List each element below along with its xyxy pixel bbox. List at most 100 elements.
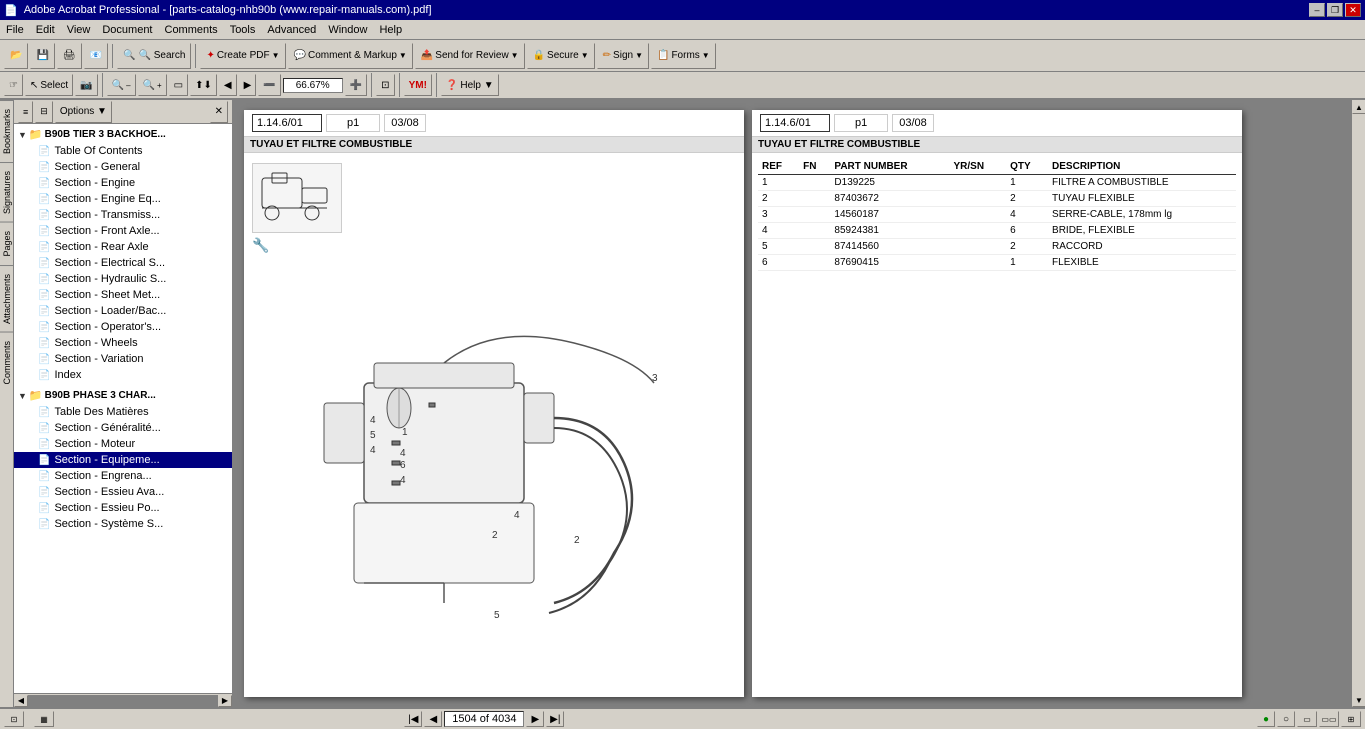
secure-btn[interactable]: 🔒 Secure ▼ bbox=[527, 43, 595, 69]
menu-help[interactable]: Help bbox=[373, 20, 408, 39]
menu-edit[interactable]: Edit bbox=[30, 20, 61, 39]
sidebar-scroll-left[interactable]: ◀ bbox=[14, 695, 28, 707]
view-mode-btn1[interactable]: ● bbox=[1257, 711, 1275, 727]
zoom-out2-btn[interactable]: ➖ bbox=[258, 74, 280, 96]
snapshot-btn[interactable]: 📷 bbox=[75, 74, 97, 96]
send-review-btn[interactable]: 📤 Send for Review ▼ bbox=[415, 43, 525, 69]
zoom-in-btn[interactable]: 🔍+ bbox=[138, 74, 167, 96]
menu-view[interactable]: View bbox=[61, 20, 97, 39]
yam-btn[interactable]: YM! bbox=[404, 74, 432, 96]
sidebar-item-engine-eq[interactable]: 📄 Section - Engine Eq... bbox=[14, 191, 232, 207]
select-tool-btn[interactable]: ↖ Select bbox=[25, 74, 73, 96]
sign-arrow: ▼ bbox=[635, 51, 643, 60]
hand-tool-btn[interactable]: ☞ bbox=[4, 74, 23, 96]
menu-document[interactable]: Document bbox=[96, 20, 158, 39]
zoom-out-btn[interactable]: 🔍– bbox=[107, 74, 136, 96]
table-cell: FLEXIBLE bbox=[1048, 255, 1236, 271]
create-pdf-btn[interactable]: ✦ Create PDF ▼ bbox=[200, 43, 285, 69]
page-number-right: 1.14.6/01 bbox=[760, 114, 830, 132]
table-row: 6876904151FLEXIBLE bbox=[758, 255, 1236, 271]
sidebar-item-variation[interactable]: 📄 Section - Variation bbox=[14, 351, 232, 367]
sidebar-scroll-right[interactable]: ▶ bbox=[218, 695, 232, 707]
sidebar-item-loader[interactable]: 📄 Section - Loader/Bac... bbox=[14, 303, 232, 319]
signatures-tab[interactable]: Signatures bbox=[0, 162, 13, 222]
sidebar-item-operator[interactable]: 📄 Section - Operator's... bbox=[14, 319, 232, 335]
sidebar-item-sheet-met[interactable]: 📄 Section - Sheet Met... bbox=[14, 287, 232, 303]
table-cell bbox=[799, 255, 830, 271]
sidebar-item-transmiss[interactable]: 📄 Section - Transmiss... bbox=[14, 207, 232, 223]
sign-btn[interactable]: ✏ Sign ▼ bbox=[597, 43, 649, 69]
sidebar-item-front-axle[interactable]: 📄 Section - Front Axle... bbox=[14, 223, 232, 239]
thumbnail-box bbox=[252, 163, 342, 233]
restore-btn[interactable]: ❐ bbox=[1327, 3, 1343, 17]
sidebar-item-toc[interactable]: 📄 Table Of Contents bbox=[14, 143, 232, 159]
sidebar-item-electrical[interactable]: 📄 Section - Electrical S... bbox=[14, 255, 232, 271]
next-page-btn[interactable]: ▶ bbox=[526, 711, 544, 727]
email-btn[interactable]: 📧 bbox=[84, 43, 108, 69]
prev-view-btn[interactable]: ◀ bbox=[219, 74, 237, 96]
pdf-container[interactable]: 1.14.6/01 p1 03/08 TUYAU ET FILTRE COMBU… bbox=[234, 100, 1351, 707]
sidebar-item-generalites[interactable]: 📄 Section - Généralité... bbox=[14, 420, 232, 436]
sidebar-list-btn1[interactable]: ≡ bbox=[18, 101, 33, 123]
menu-window[interactable]: Window bbox=[322, 20, 373, 39]
pages-tab[interactable]: Pages bbox=[0, 222, 13, 265]
sidebar-item-essieu-po[interactable]: 📄 Section - Essieu Po... bbox=[14, 500, 232, 516]
next-view-btn[interactable]: ▶ bbox=[239, 74, 257, 96]
table-cell bbox=[799, 223, 830, 239]
sidebar-list-btn2[interactable]: ⊟ bbox=[35, 101, 53, 123]
page-view-btn[interactable]: ▭ bbox=[169, 74, 188, 96]
help-btn[interactable]: ❓ Help ▼ bbox=[441, 74, 499, 96]
sidebar-item-hydraulic[interactable]: 📄 Section - Hydraulic S... bbox=[14, 271, 232, 287]
menu-file[interactable]: File bbox=[0, 20, 30, 39]
comments-tab[interactable]: Comments bbox=[0, 332, 13, 393]
print-btn[interactable]: 🖨 bbox=[57, 43, 82, 69]
table-cell: BRIDE, FLEXIBLE bbox=[1048, 223, 1236, 239]
menu-advanced[interactable]: Advanced bbox=[261, 20, 322, 39]
prev-page-btn[interactable]: ◀ bbox=[424, 711, 442, 727]
sidebar-item-moteur[interactable]: 📄 Section - Moteur bbox=[14, 436, 232, 452]
last-page-btn[interactable]: ▶| bbox=[546, 711, 564, 727]
view-mode-btn2[interactable]: ○ bbox=[1277, 711, 1295, 727]
sidebar-close-btn[interactable]: ✕ bbox=[210, 101, 228, 123]
view-grid[interactable]: ⊞ bbox=[1341, 711, 1361, 727]
scroll-down-btn[interactable]: ▼ bbox=[1352, 693, 1365, 707]
sidebar-item-equipeme[interactable]: 📄 Section - Equipeme... bbox=[14, 452, 232, 468]
comment-btn[interactable]: 💬 Comment & Markup ▼ bbox=[288, 43, 413, 69]
sidebar-item-index[interactable]: 📄 Index bbox=[14, 367, 232, 383]
sidebar-item-table-matieres[interactable]: 📄 Table Des Matières bbox=[14, 404, 232, 420]
group2-header[interactable]: ▼ 📁 B90B PHASE 3 CHAR... bbox=[14, 387, 232, 404]
forms-btn[interactable]: 📋 Forms ▼ bbox=[651, 43, 716, 69]
status-icon1[interactable]: ⊡ bbox=[4, 711, 24, 727]
view-single[interactable]: ▭ bbox=[1297, 711, 1317, 727]
sidebar-item-engine[interactable]: 📄 Section - Engine bbox=[14, 175, 232, 191]
sidebar-options-btn[interactable]: Options ▼ bbox=[55, 101, 112, 123]
table-row: 2874036722TUYAU FLEXIBLE bbox=[758, 191, 1236, 207]
table-row: 3145601874SERRE-CABLE, 178mm lg bbox=[758, 207, 1236, 223]
sep1 bbox=[112, 44, 113, 68]
open-btn[interactable]: 📂 bbox=[4, 43, 28, 69]
fit-page-btn[interactable]: ⊡ bbox=[376, 74, 394, 96]
sidebar-item-systeme[interactable]: 📄 Section - Système S... bbox=[14, 516, 232, 532]
first-page-btn[interactable]: |◀ bbox=[404, 711, 422, 727]
zoom-in2-btn[interactable]: ➕ bbox=[345, 74, 367, 96]
search-btn[interactable]: 🔍 🔍 Search bbox=[117, 43, 191, 69]
zoom-input[interactable]: 66.67% bbox=[283, 78, 343, 93]
group1-header[interactable]: ▼ 📁 B90B TIER 3 BACKHOE... bbox=[14, 126, 232, 143]
bookmarks-tab[interactable]: Bookmarks bbox=[0, 100, 13, 162]
menu-comments[interactable]: Comments bbox=[159, 20, 224, 39]
attachments-tab[interactable]: Attachments bbox=[0, 265, 13, 332]
titlebar-icon: 📄 bbox=[4, 4, 18, 17]
close-btn[interactable]: ✕ bbox=[1345, 3, 1361, 17]
scroll-up-btn[interactable]: ▲ bbox=[1352, 100, 1365, 114]
save-btn[interactable]: 💾 bbox=[30, 43, 54, 69]
sidebar-item-wheels[interactable]: 📄 Section - Wheels bbox=[14, 335, 232, 351]
menu-tools[interactable]: Tools bbox=[224, 20, 262, 39]
view-double[interactable]: ▭▭ bbox=[1319, 711, 1339, 727]
sidebar-item-essieu-ava[interactable]: 📄 Section - Essieu Ava... bbox=[14, 484, 232, 500]
sidebar-item-rear-axle[interactable]: 📄 Section - Rear Axle bbox=[14, 239, 232, 255]
fit-width-btn[interactable]: ⬆⬇ bbox=[190, 74, 217, 96]
status-icon2[interactable]: ▦ bbox=[34, 711, 54, 727]
sidebar-item-engrenage[interactable]: 📄 Section - Engrena... bbox=[14, 468, 232, 484]
minimize-btn[interactable]: – bbox=[1309, 3, 1325, 17]
sidebar-item-general[interactable]: 📄 Section - General bbox=[14, 159, 232, 175]
